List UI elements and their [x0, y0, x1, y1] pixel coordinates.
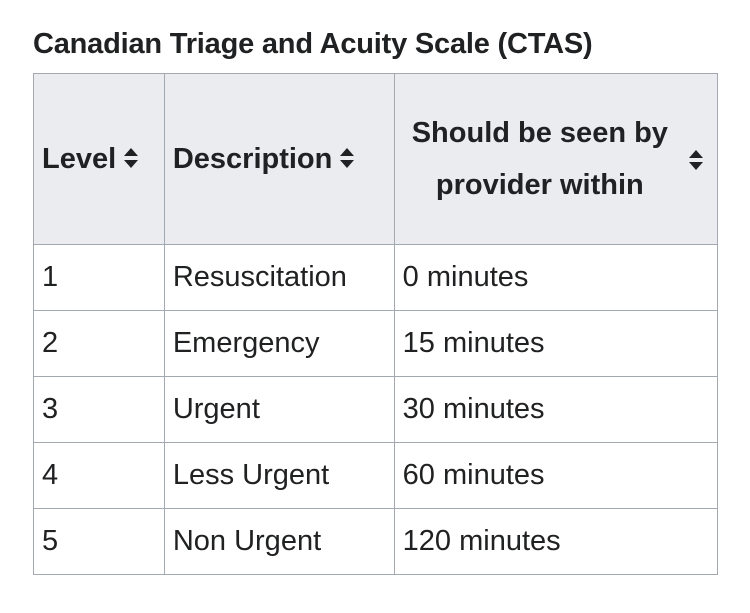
column-header-label: Level [42, 142, 117, 175]
table-row: 4 Less Urgent 60 minutes [33, 442, 719, 509]
sort-icon[interactable] [124, 147, 139, 168]
table-row: 5 Non Urgent 120 minutes [33, 508, 719, 575]
sort-icon[interactable] [340, 147, 355, 168]
level-cell: 3 [33, 376, 165, 443]
time-cell: 30 minutes [393, 376, 719, 443]
time-cell: 120 minutes [393, 508, 719, 575]
table-row: 1 Resuscitation 0 minutes [33, 244, 719, 311]
table-row: 3 Urgent 30 minutes [33, 376, 719, 443]
table-caption: Canadian Triage and Acuity Scale (CTAS) [33, 28, 593, 60]
level-cell: 4 [33, 442, 165, 509]
time-cell: 60 minutes [393, 442, 719, 509]
ctas-table: Level Description Should be seen by prov… [33, 73, 719, 575]
description-cell: Less Urgent [163, 442, 395, 509]
description-cell: Urgent [163, 376, 395, 443]
table-row: 2 Emergency 15 minutes [33, 310, 719, 377]
header-row: Level Description Should be seen by prov… [33, 73, 719, 245]
sort-icon[interactable] [689, 150, 703, 170]
level-cell: 1 [33, 244, 165, 311]
column-header-label: Description [172, 142, 333, 175]
time-cell: 0 minutes [393, 244, 719, 311]
time-cell: 15 minutes [393, 310, 719, 377]
description-cell: Resuscitation [163, 244, 395, 311]
description-cell: Emergency [163, 310, 395, 377]
level-cell: 5 [33, 508, 165, 575]
column-header-time[interactable]: Should be seen by provider within [393, 73, 719, 245]
level-cell: 2 [33, 310, 165, 377]
description-cell: Non Urgent [163, 508, 395, 575]
column-header-description[interactable]: Description [163, 73, 395, 245]
column-header-label: Should be seen by provider within [411, 117, 668, 201]
column-header-level[interactable]: Level [33, 73, 165, 245]
